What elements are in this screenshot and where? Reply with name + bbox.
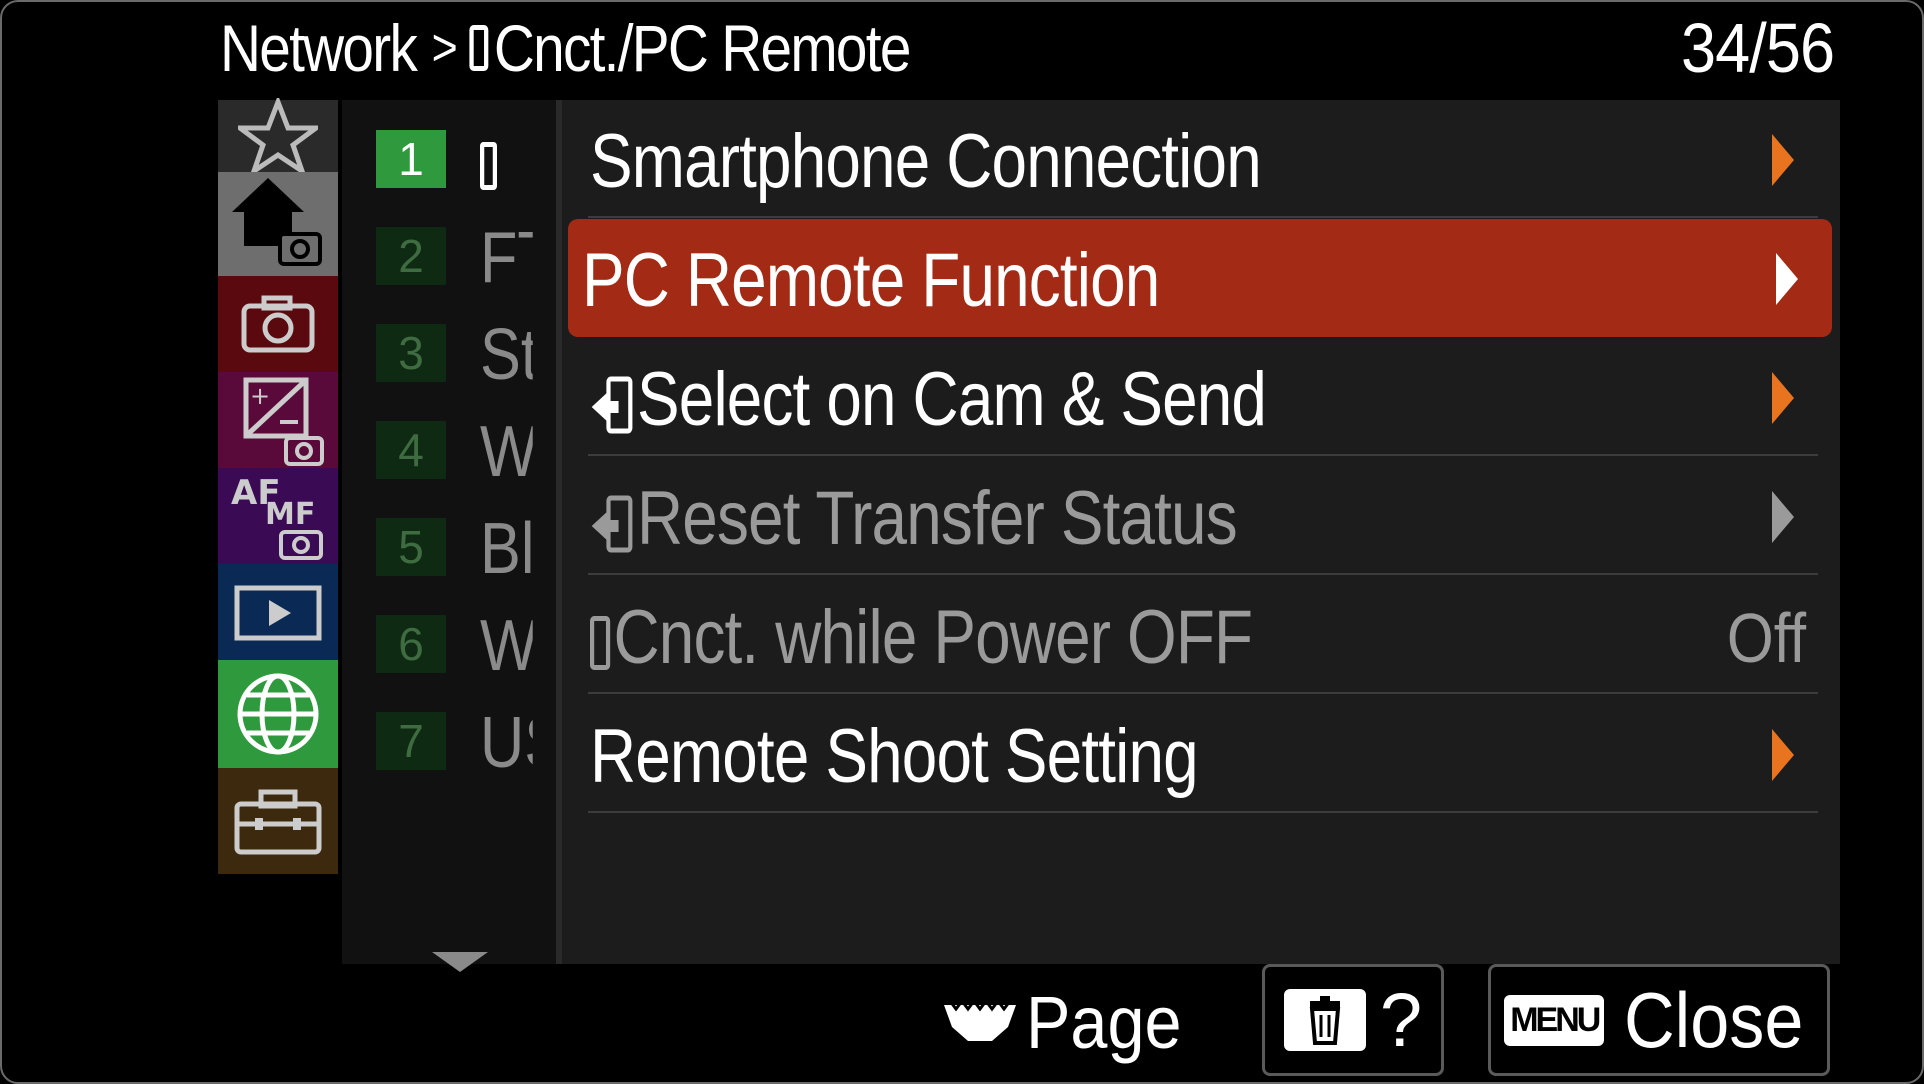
menu-item-label: Remote Shoot Setting (590, 714, 1199, 799)
menu-item-text: Select on Cam & Send (590, 356, 1267, 443)
sub-page-number: 3 (376, 324, 446, 382)
menu-item-remote-shoot-setting[interactable]: Remote Shoot Setting (576, 695, 1828, 813)
sub-page-number: 2 (376, 227, 446, 285)
page-title: Cnct./PC Remote (493, 11, 912, 85)
menu-list: Smartphone Connection PC Remote Function… (562, 100, 1840, 964)
category-sidebar: + AF MF (218, 98, 338, 964)
menu-item-label: Smartphone Connection (590, 119, 1262, 204)
home-camera-icon (232, 178, 322, 266)
sub-page-1[interactable]: 1 (376, 100, 556, 200)
close-button[interactable]: MENU Close (1488, 964, 1830, 1076)
sub-page-5[interactable]: 5 Bl (376, 488, 556, 589)
sub-page-3[interactable]: 3 St (376, 294, 556, 395)
sub-page-6[interactable]: 6 W (376, 585, 556, 686)
menu-item-label: PC Remote Function (582, 238, 1160, 323)
breadcrumb-root: Network (220, 11, 418, 85)
category-tab-shooting[interactable] (218, 276, 338, 372)
smartphone-icon (469, 25, 489, 71)
exposure-camera-icon: + (243, 377, 324, 466)
control-wheel-icon (944, 998, 1016, 1041)
close-label: Close (1624, 975, 1804, 1064)
category-tab-main[interactable] (218, 172, 338, 276)
af-mf-camera-icon: AF MF (231, 473, 323, 560)
menu-item-cnct-while-power-off[interactable]: Cnct. while Power OFF Off (576, 576, 1828, 694)
help-label: ? (1379, 977, 1423, 1063)
breadcrumb: Network > Cnct./PC Remote (220, 8, 912, 88)
send-to-device-icon (591, 376, 633, 434)
sub-page-2[interactable]: 2 FT (376, 197, 556, 298)
sub-page-label: W (480, 606, 533, 686)
camera-menu-screen: Network > Cnct./PC Remote 34/56 + AF MF … (0, 0, 1924, 1084)
trash-icon (1283, 989, 1366, 1051)
toolbox-icon (234, 789, 322, 855)
menu-item-value: Off (1726, 599, 1806, 677)
chevron-right-icon (1772, 134, 1794, 186)
category-tab-exposure[interactable]: + (218, 372, 338, 468)
sub-page-label: FT (480, 218, 533, 298)
svg-text:+: + (250, 382, 270, 410)
sub-page-label: Bl (480, 509, 533, 589)
page-guide[interactable]: Page (942, 974, 1199, 1070)
sub-page-7[interactable]: 7 US (376, 682, 556, 783)
svg-text:MF: MF (265, 497, 315, 532)
breadcrumb-separator: > (431, 19, 458, 77)
menu-item-select-on-cam-send[interactable]: Select on Cam & Send (576, 338, 1828, 456)
smartphone-icon (590, 615, 611, 670)
menu-item-label: Reset Transfer Status (637, 476, 1238, 561)
menu-item-label: Select on Cam & Send (637, 357, 1267, 442)
category-tab-favorites[interactable] (218, 98, 338, 174)
category-tab-playback[interactable] (218, 564, 338, 660)
sub-page-label: US (480, 703, 533, 783)
category-tab-network[interactable] (218, 660, 338, 768)
camera-icon (241, 295, 315, 353)
sub-page-label: St (480, 315, 533, 395)
menu-item-reset-transfer-status[interactable]: Reset Transfer Status (576, 457, 1828, 575)
smartphone-icon (480, 142, 497, 190)
category-tab-focus[interactable]: AF MF (218, 468, 338, 564)
playback-icon (234, 585, 322, 641)
sub-page-label (480, 120, 533, 207)
sub-page-label: W (480, 412, 533, 492)
chevron-right-icon (1772, 729, 1794, 781)
menu-button-icon: MENU (1504, 994, 1605, 1046)
star-icon (238, 98, 318, 174)
row-divider (588, 811, 1818, 813)
chevron-right-icon (1776, 253, 1798, 305)
row-divider (588, 573, 1818, 575)
sub-page-index: 1 2 FT 3 St 4 W 5 Bl 6 W 7 US (342, 100, 556, 972)
sub-page-number: 5 (376, 518, 446, 576)
row-divider (588, 454, 1818, 456)
category-tab-setup[interactable] (218, 768, 338, 874)
row-divider (588, 216, 1818, 218)
scroll-down-arrow-icon[interactable] (432, 952, 488, 972)
sub-page-number: 7 (376, 712, 446, 770)
sub-page-number: 4 (376, 421, 446, 479)
menu-item-text: Reset Transfer Status (590, 475, 1238, 562)
network-globe-icon (237, 673, 319, 755)
menu-item-label: Cnct. while Power OFF (613, 595, 1254, 680)
page-indicator: 34/56 (1680, 9, 1835, 87)
chevron-right-icon (1772, 372, 1794, 424)
menu-item-pc-remote-function[interactable]: PC Remote Function (568, 219, 1832, 337)
page-guide-label: Page (1026, 980, 1182, 1064)
menu-item-smartphone-connection[interactable]: Smartphone Connection (576, 100, 1828, 218)
sub-page-4[interactable]: 4 W (376, 391, 556, 492)
sub-page-number: 6 (376, 615, 446, 673)
menu-item-text: Cnct. while Power OFF (590, 594, 1254, 681)
sub-page-number: 1 (376, 130, 446, 188)
row-divider (588, 692, 1818, 694)
chevron-right-icon (1772, 491, 1794, 543)
send-to-device-icon (591, 495, 633, 553)
delete-help-button[interactable]: ? (1262, 964, 1444, 1076)
